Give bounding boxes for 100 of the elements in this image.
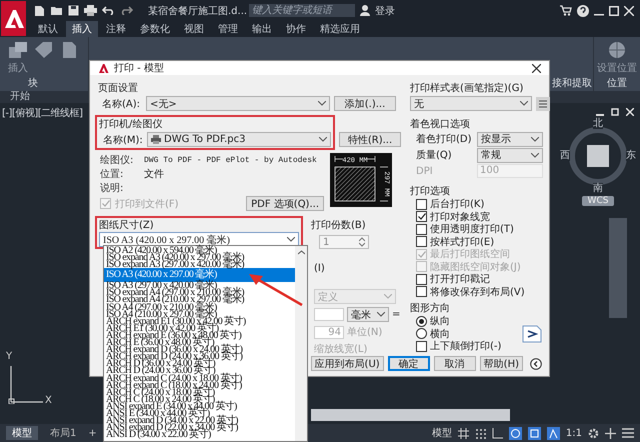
unit-label: 单位(N)	[347, 326, 382, 339]
tag-icon[interactable]	[34, 41, 54, 59]
radio-button[interactable]	[416, 328, 427, 340]
insert-label[interactable]: 插入	[8, 61, 28, 75]
paper-size-option[interactable]: ARCH expand E1 (30.00 x 42.00 英寸)	[104, 318, 295, 325]
chevron-down-icon	[319, 137, 327, 142]
ribbon-tab[interactable]: 插入	[66, 21, 98, 37]
compass-east[interactable]: 东	[626, 150, 636, 161]
paper-size-option[interactable]: ISO expand A3 (297.00 x 420.00 毫米)	[104, 261, 295, 268]
scale-button[interactable]: 1:1	[566, 428, 582, 438]
radio-label: 纵向	[430, 315, 450, 328]
sign-in-link[interactable]: 登录	[375, 4, 395, 18]
annotation-scale-icon[interactable]	[546, 426, 560, 440]
ribbon-tab[interactable]: 默认	[32, 21, 64, 37]
pdf-options-button[interactable]: PDF 选项(Q)...	[246, 196, 324, 211]
globe-icon[interactable]	[608, 41, 626, 59]
ribbon-tab[interactable]: 协作	[280, 21, 312, 37]
menu-icon[interactable]	[622, 428, 634, 438]
radio-label: 横向	[430, 328, 450, 340]
help-icon[interactable]	[577, 4, 589, 16]
checkbox[interactable]	[416, 274, 427, 285]
page-setup-dropdown[interactable]: <无>	[146, 96, 330, 111]
plus-icon[interactable]	[605, 428, 616, 438]
dialog-button[interactable]: 取消	[434, 356, 476, 371]
ribbon-tab[interactable]: 视图	[178, 21, 210, 37]
add-button[interactable]: 添加(.)...	[334, 96, 396, 111]
checkbox[interactable]	[416, 236, 427, 248]
field-label: 名称(M):	[102, 134, 143, 146]
model-space-button[interactable]: 模型	[432, 426, 452, 440]
paper-size-option[interactable]: ARCH expand C (18.00 x 24.00 英寸)	[104, 382, 295, 389]
scrollbar[interactable]	[295, 246, 307, 441]
checkbox[interactable]	[416, 224, 427, 235]
chevron-down-icon	[377, 312, 385, 317]
save-icon[interactable]	[68, 5, 79, 16]
dialog-button[interactable]: 确定	[388, 356, 430, 371]
paper-size-option[interactable]: ISO expand A4 (210.00 x 297.00 毫米)	[104, 296, 295, 304]
object-snap-icon[interactable]	[528, 426, 541, 440]
properties-button[interactable]: 特性(R)...	[339, 132, 401, 147]
chevron-down-icon	[318, 101, 326, 106]
redo-icon[interactable]	[120, 6, 133, 15]
scroll-up-icon[interactable]	[298, 250, 304, 255]
paper-size-option[interactable]: ANSI D (34.00 x 22.00 英寸)	[104, 431, 295, 438]
search-field[interactable]: 键入关键字或短语	[249, 4, 355, 17]
undo-icon[interactable]	[102, 6, 115, 15]
set-location-label[interactable]: 设置位置	[597, 61, 637, 75]
printer-dropdown[interactable]: DWG To PDF.pc3	[147, 132, 331, 147]
field-label: 说明:	[100, 182, 124, 195]
app-logo-icon[interactable]	[1, 1, 26, 36]
paper-size-option[interactable]: ANSI expand E (34.00 x 44.00 英寸)	[104, 402, 295, 410]
plot-style-dropdown[interactable]: 无	[410, 96, 532, 111]
snap-icon[interactable]	[474, 428, 486, 438]
checkbox[interactable]	[416, 286, 427, 298]
ribbon-tab[interactable]: 管理	[212, 21, 244, 37]
radio-button[interactable]	[416, 316, 427, 327]
insert-block-icon[interactable]	[8, 41, 28, 59]
restore-icon[interactable]	[611, 108, 619, 116]
checkbox[interactable]	[416, 340, 427, 352]
folder-icon[interactable]	[50, 5, 63, 16]
quality-dropdown[interactable]: 常规	[477, 148, 543, 162]
copies-label: 打印份数(B)	[311, 219, 367, 232]
layout-tab[interactable]: 布局1	[44, 426, 82, 440]
edit-table-icon[interactable]	[536, 96, 550, 110]
compass-south[interactable]: 南	[593, 183, 603, 194]
chevron-down-icon	[520, 101, 528, 106]
field-label: 着色打印(D)	[416, 132, 473, 146]
field-label: 位置:	[100, 168, 124, 181]
location-panel-title[interactable]: 位置	[607, 76, 627, 90]
shade-plot-dropdown[interactable]: 按显示	[477, 132, 543, 146]
cart-icon[interactable]	[560, 5, 572, 16]
grid-icon[interactable]	[458, 428, 469, 438]
add-layout-button[interactable]: +	[88, 428, 97, 438]
viewport-label[interactable]: [-][俯视][二维线框]	[2, 106, 83, 120]
axis-x-label: X	[45, 395, 52, 406]
printer-icon[interactable]	[84, 5, 97, 16]
close-icon[interactable]	[532, 64, 541, 72]
link-panel-title[interactable]: 接和提取	[552, 76, 592, 90]
ribbon-tab[interactable]: 输出	[246, 21, 278, 37]
ortho-icon[interactable]	[492, 428, 503, 438]
checkbox[interactable]	[416, 211, 427, 222]
dialog-button[interactable]: 应用到布局(U)	[310, 356, 384, 371]
ribbon-tab[interactable]: 参数化	[134, 21, 176, 37]
collapse-icon[interactable]	[530, 358, 542, 370]
compass-west[interactable]: 西	[560, 150, 570, 161]
file-tab[interactable]: 开始	[0, 91, 40, 103]
user-icon[interactable]	[360, 5, 370, 16]
new-document-icon[interactable]	[34, 4, 45, 16]
spin-arrows-icon[interactable]	[359, 237, 365, 247]
compass-north[interactable]: 北	[593, 118, 603, 129]
chevron-down-icon	[384, 294, 392, 299]
unit-dropdown[interactable]: 毫米	[347, 307, 389, 322]
ribbon-tab[interactable]: 精选应用	[314, 21, 366, 37]
block-panel-title[interactable]: 块	[28, 76, 38, 90]
polar-tracking-icon[interactable]	[508, 426, 522, 440]
maximize-icon[interactable]	[609, 6, 619, 16]
layout-tab[interactable]: 模型	[6, 426, 38, 440]
checkbox[interactable]	[416, 198, 427, 210]
scale-field[interactable]	[314, 308, 344, 321]
gear-icon[interactable]	[588, 428, 599, 438]
dialog-button[interactable]: 帮助(H)	[480, 356, 523, 371]
ribbon-tab[interactable]: 注释	[100, 21, 132, 37]
